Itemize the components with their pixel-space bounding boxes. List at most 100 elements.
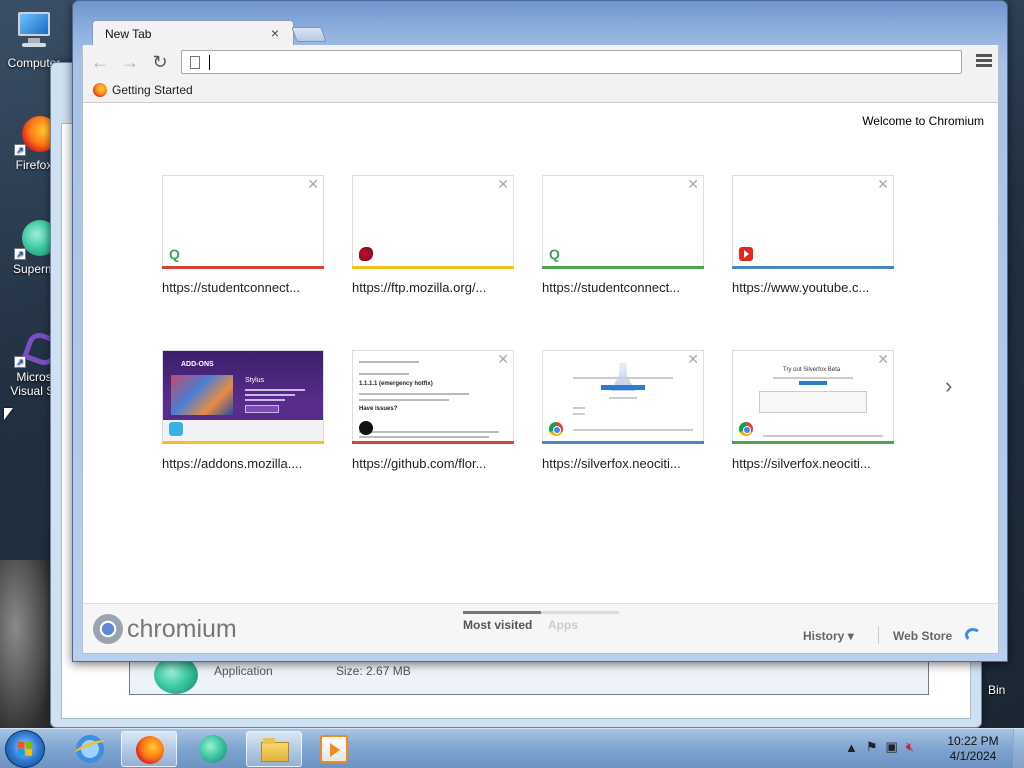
taskbar-supermium[interactable]: [185, 731, 241, 767]
new-tab-button[interactable]: [291, 27, 327, 42]
clock[interactable]: 10:22 PM 4/1/2024: [940, 734, 1006, 764]
tile-url[interactable]: https://addons.mozilla....: [162, 456, 322, 471]
recycle-bin-label[interactable]: Bin: [988, 683, 1005, 697]
shortcut-arrow-icon: ↗: [14, 248, 26, 260]
tile-color-strip: [732, 266, 894, 269]
most-visited-tile[interactable]: ✕: [352, 175, 514, 269]
thumb-title: Stylus: [245, 377, 265, 384]
desktop-icon-computer[interactable]: Computer: [4, 10, 64, 70]
system-tray: ▲ ⚑ ▣ 🔇︎: [845, 739, 914, 755]
tile-close-icon[interactable]: ✕: [877, 351, 889, 368]
q-icon: Q: [549, 246, 560, 262]
tile-color-strip: [352, 266, 514, 269]
firefox-icon: [93, 83, 107, 97]
tile-color-strip: [542, 441, 704, 444]
action-center-flag-icon[interactable]: ⚑: [866, 739, 878, 755]
tab-title: New Tab: [105, 27, 152, 41]
tile-close-icon[interactable]: ✕: [877, 176, 889, 193]
new-tab-page: Welcome to Chromium ✕ Q https://studentc…: [82, 103, 999, 603]
thumb-image: [171, 375, 233, 415]
chevron-down-icon: ▾: [847, 629, 854, 643]
details-size: Size: 2.67 MB: [336, 664, 411, 678]
most-visited-tile[interactable]: ✕ Q: [162, 175, 324, 269]
clock-time: 10:22 PM: [947, 734, 999, 748]
text-caret: [209, 55, 210, 70]
tile-color-strip: [732, 441, 894, 444]
taskbar-media-player[interactable]: [306, 731, 362, 767]
thumb-brand: ADD-ONS: [181, 361, 214, 368]
most-visited-tile[interactable]: Try out Silverfox Beta ✕: [732, 350, 894, 444]
next-page-chevron-icon[interactable]: ›: [945, 373, 952, 399]
taskbar-file-explorer[interactable]: [246, 731, 302, 767]
thumb-title: 1.1.1.1 (emergency hotfix): [359, 381, 433, 387]
address-bar[interactable]: [181, 50, 962, 74]
wallpaper-rock: [0, 560, 52, 728]
web-store-button[interactable]: Web Store: [893, 629, 952, 643]
tile-close-icon[interactable]: ✕: [497, 176, 509, 193]
internet-explorer-icon: [73, 735, 107, 763]
thumb-title: Try out Silverfox Beta: [783, 367, 841, 373]
tile-close-icon[interactable]: ✕: [497, 351, 509, 368]
tab-most-visited[interactable]: Most visited: [463, 611, 541, 632]
addons-icon: [169, 422, 183, 436]
history-button[interactable]: History ▾: [803, 629, 854, 643]
tile-url[interactable]: https://studentconnect...: [542, 280, 702, 295]
most-visited-tile[interactable]: ✕: [542, 350, 704, 444]
volume-muted-icon[interactable]: 🔇︎: [906, 739, 914, 755]
mouse-cursor-icon: [4, 408, 13, 420]
start-button[interactable]: [5, 730, 45, 768]
tile-url[interactable]: https://github.com/flor...: [352, 456, 512, 471]
youtube-icon: [739, 247, 753, 261]
welcome-text: Welcome to Chromium: [862, 114, 984, 128]
bookmarks-bar: Getting Started: [82, 79, 999, 103]
shortcut-arrow-icon: ↗: [14, 144, 26, 156]
tab-apps[interactable]: Apps: [541, 611, 619, 632]
menu-hamburger-icon[interactable]: [976, 54, 992, 68]
mozilla-dino-icon: [359, 247, 373, 261]
most-visited-tile[interactable]: ADD-ONS Stylus: [162, 350, 324, 444]
bookmark-getting-started[interactable]: Getting Started: [93, 83, 193, 97]
chrome-icon: [739, 422, 753, 436]
footer-divider: [878, 626, 879, 644]
tile-url[interactable]: https://www.youtube.c...: [732, 280, 892, 295]
show-desktop-button[interactable]: [1013, 729, 1024, 768]
tile-color-strip: [162, 266, 324, 269]
show-hidden-icons-icon[interactable]: ▲: [845, 740, 858, 755]
tile-url[interactable]: https://studentconnect...: [162, 280, 322, 295]
tile-close-icon[interactable]: ✕: [687, 351, 699, 368]
tile-close-icon[interactable]: ✕: [687, 176, 699, 193]
tile-thumbnail: Try out Silverfox Beta: [733, 351, 893, 442]
chromium-logo-icon: [93, 614, 123, 644]
tile-color-strip: [352, 441, 514, 444]
details-type: Application: [214, 664, 273, 678]
thumb-cards: [163, 420, 323, 442]
folder-icon: [261, 736, 289, 764]
tile-url[interactable]: https://silverfox.neociti...: [542, 456, 702, 471]
web-store-icon[interactable]: [963, 624, 983, 644]
most-visited-tile[interactable]: ✕: [732, 175, 894, 269]
tile-url[interactable]: https://silverfox.neociti...: [732, 456, 892, 471]
forward-arrow-icon[interactable]: →: [119, 51, 141, 73]
reload-icon[interactable]: ↻: [149, 51, 171, 73]
browser-toolbar: ← → ↻: [82, 45, 999, 79]
most-visited-tile[interactable]: ✕ Q: [542, 175, 704, 269]
computer-icon: [12, 10, 56, 54]
tile-close-icon[interactable]: ✕: [307, 176, 319, 193]
tile-color-strip: [542, 266, 704, 269]
page-icon: [190, 56, 200, 69]
tile-url[interactable]: https://ftp.mozilla.org/...: [352, 280, 512, 295]
taskbar-firefox[interactable]: [121, 731, 177, 767]
github-icon: [359, 421, 373, 435]
taskbar-internet-explorer[interactable]: [62, 731, 118, 767]
firefox-icon: [136, 736, 164, 764]
bookmark-label: Getting Started: [112, 83, 193, 97]
most-visited-tile[interactable]: 1.1.1.1 (emergency hotfix) Have issues? …: [352, 350, 514, 444]
tab-new-tab[interactable]: New Tab ×: [92, 20, 294, 46]
back-arrow-icon[interactable]: ←: [89, 51, 111, 73]
tab-close-icon[interactable]: ×: [271, 25, 279, 41]
supermium-icon: [199, 735, 227, 763]
tile-thumbnail: 1.1.1.1 (emergency hotfix) Have issues?: [353, 351, 513, 442]
chromium-wordmark: chromium: [127, 615, 237, 643]
clock-date: 4/1/2024: [949, 749, 997, 763]
network-icon[interactable]: ▣: [886, 739, 898, 755]
